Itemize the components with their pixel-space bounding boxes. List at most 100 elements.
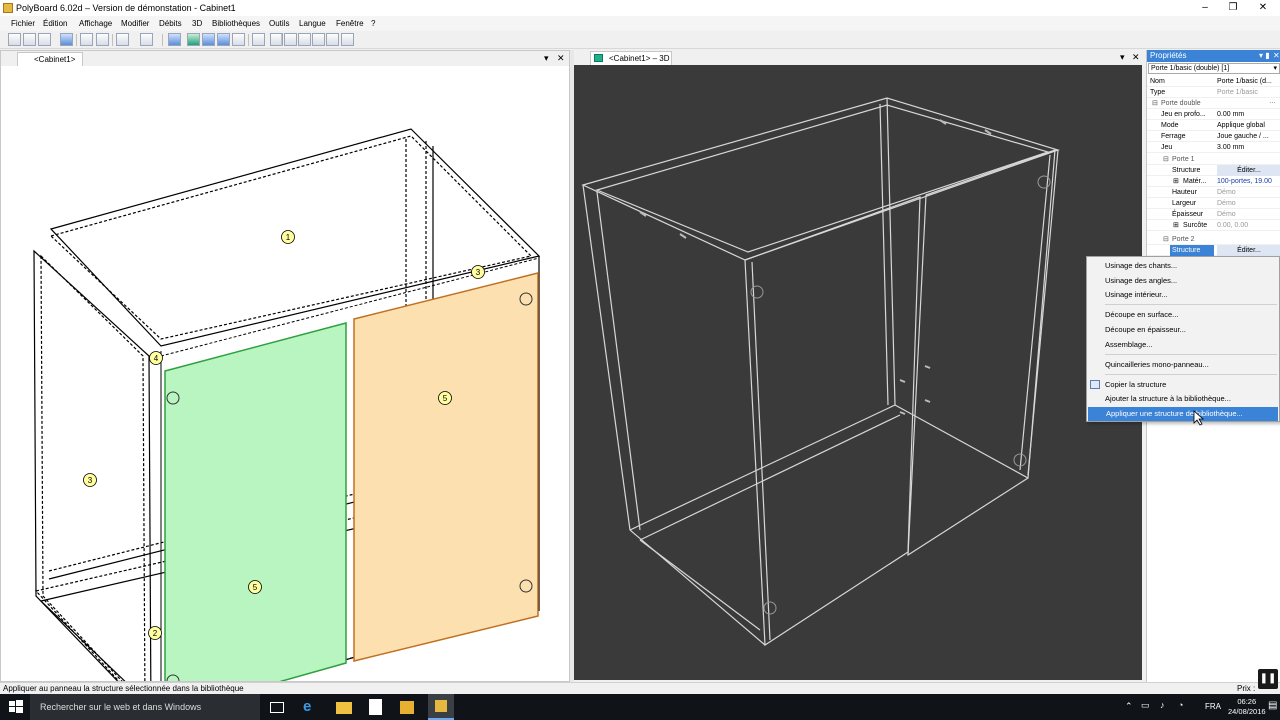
menu-modifier[interactable]: Modifier [121,19,149,28]
prop-cat-porte-1[interactable]: ⊟ Porte 1 [1147,154,1280,165]
menu-item-decoupe-epaisseur[interactable]: Découpe en épaisseur... [1087,323,1279,337]
more-button[interactable]: … [1269,96,1276,107]
layout-view-icon[interactable] [217,33,230,46]
notifications-icon[interactable]: ▤ [1268,700,1277,711]
polyboard-taskbar-icon[interactable] [428,694,454,720]
right-pane-header: <Cabinet1> – 3D ▾ ✕ [574,50,1144,65]
undo-icon[interactable] [116,33,129,46]
menu-item-copier-structure[interactable]: Copier la structure [1087,378,1279,392]
redo-icon[interactable] [140,33,153,46]
menu-bibliotheques[interactable]: Bibliothèques [212,19,260,28]
pin-icon[interactable]: ▾ ▮ [1259,50,1270,62]
print-preview-icon[interactable] [96,33,109,46]
save-icon[interactable] [60,33,73,46]
collapse-icon[interactable]: ⊟ [1163,154,1169,165]
menu-help[interactable]: ? [371,19,375,28]
wifi-icon[interactable]: ◔ [1178,700,1183,710]
zoom-in-icon[interactable] [284,33,297,46]
menu-item-appliquer-structure[interactable]: Appliquer une structure de bibliothèque.… [1088,407,1278,421]
pane-dropdown-icon[interactable]: ▾ [1120,52,1125,63]
object-selector[interactable]: Porte 1/basic (double) [1] ▾ [1148,63,1280,74]
volume-icon[interactable]: ♪ [1160,700,1165,710]
menu-affichage[interactable]: Affichage [79,19,112,28]
prop-row-structure-1[interactable]: Structure Éditer... [1147,165,1280,176]
expand-icon[interactable]: ⊞ [1173,220,1179,231]
pan-hand-icon[interactable] [341,33,354,46]
menu-fenetre[interactable]: Fenêtre [336,19,364,28]
prop-row-mode[interactable]: Mode Applique global [1147,120,1280,131]
label-5-right: 5 [443,394,448,403]
prop-row-largeur[interactable]: Largeur Démo [1147,198,1280,209]
cabinet-3d-pane: <Cabinet1> – 3D ▾ ✕ [574,50,1144,682]
new-doc-icon[interactable] [23,33,36,46]
tray-chevron-icon[interactable]: ⌃ [1125,701,1133,712]
new-icon[interactable] [8,33,21,46]
menu-item-ajouter-bibliotheque[interactable]: Ajouter la structure à la bibliothèque..… [1087,392,1279,406]
prop-row-materiau[interactable]: ⊞ Matér... 100-portes, 19.00 [1147,176,1280,187]
open-icon[interactable] [38,33,51,46]
menu-3d[interactable]: 3D [192,19,202,28]
prop-row-ferrage[interactable]: Ferrage Joue gauche / ... [1147,131,1280,142]
zoom-all-icon[interactable] [326,33,339,46]
prop-cat-porte-double[interactable]: ⊟ Porte double … [1147,98,1280,109]
app-icon [3,3,13,13]
close-button[interactable]: ✕ [1248,0,1278,16]
print-icon[interactable] [80,33,93,46]
menu-item-decoupe-surface[interactable]: Découpe en surface... [1087,308,1279,322]
minimize-button[interactable]: – [1190,0,1220,16]
pane-dropdown-icon[interactable]: ▾ [544,53,549,64]
taskbar-search-box[interactable]: Rechercher sur le web et dans Windows [30,694,260,720]
prop-row-nom[interactable]: Nom Porte 1/basic (d... [1147,76,1280,87]
menu-item-usinage-interieur[interactable]: Usinage intérieur... [1087,288,1279,302]
edit-structure-2-button[interactable]: Éditer... [1217,245,1280,256]
structure-context-menu: Usinage des chants... Usinage des angles… [1086,256,1280,422]
edge-icon[interactable]: e [303,699,319,715]
menu-item-assemblage[interactable]: Assemblage... [1087,338,1279,352]
collapse-icon[interactable]: ⊟ [1163,234,1169,245]
tab-label: <Cabinet1> [34,55,76,64]
edit-structure-1-button[interactable]: Éditer... [1217,165,1280,176]
menu-langue[interactable]: Langue [299,19,326,28]
collapse-icon[interactable]: ⊟ [1152,98,1158,109]
prop-row-hauteur[interactable]: Hauteur Démo [1147,187,1280,198]
maximize-button[interactable]: ❐ [1218,0,1248,16]
multi-view-icon[interactable] [202,33,215,46]
prop-row-jeu-profondeur[interactable]: Jeu en profo... 0.00 mm [1147,109,1280,120]
windows-start-icon[interactable] [8,699,24,715]
label-3-top: 3 [476,268,481,277]
prop-row-type[interactable]: Type Porte 1/basic [1147,87,1280,98]
viewport-3d[interactable] [574,65,1142,680]
menu-item-usinage-chants[interactable]: Usinage des chants... [1087,259,1279,273]
tab-cabinet1-2d[interactable]: <Cabinet1> [17,52,83,66]
prop-row-structure-2[interactable]: Structure Éditer... [1147,245,1280,256]
wireframe-icon[interactable] [232,33,245,46]
taskbar-clock[interactable]: 06:26 24/08/2016 [1228,697,1266,717]
pane-close-icon[interactable]: ✕ [557,53,565,64]
media-player-icon[interactable] [400,701,414,714]
language-indicator[interactable]: FRA [1205,702,1221,711]
menu-outils[interactable]: Outils [269,19,289,28]
pane-close-icon[interactable]: ✕ [1132,52,1140,63]
properties-close-icon[interactable]: ✕ [1273,50,1280,62]
task-view-icon[interactable] [270,702,284,713]
prop-row-epaisseur[interactable]: Épaisseur Démo [1147,209,1280,220]
pause-icon[interactable]: ❚❚ [1258,669,1278,689]
cabinet-view-icon[interactable] [187,33,200,46]
store-icon[interactable] [369,699,382,715]
prop-row-surcote[interactable]: ⊞ Surcôte 0.00, 0.00 [1147,220,1280,231]
menu-edition[interactable]: Édition [43,19,67,28]
select-icon[interactable] [168,33,181,46]
file-explorer-icon[interactable] [336,702,352,714]
menu-fichier[interactable]: Fichier [11,19,35,28]
menu-item-quincailleries[interactable]: Quincailleries mono-panneau... [1087,358,1279,372]
menu-item-usinage-angles[interactable]: Usinage des angles... [1087,274,1279,288]
menu-debits[interactable]: Débits [159,19,182,28]
chevron-down-icon[interactable]: ▾ [1273,64,1277,73]
info-icon[interactable] [252,33,265,46]
zoom-out-icon[interactable] [298,33,311,46]
prop-cat-porte-2[interactable]: ⊟ Porte 2 [1147,234,1280,245]
prop-row-jeu[interactable]: Jeu 3.00 mm [1147,142,1280,153]
expand-icon[interactable]: ⊞ [1173,176,1179,187]
network-icon[interactable]: ▭ [1141,700,1150,711]
zoom-window-icon[interactable] [312,33,325,46]
